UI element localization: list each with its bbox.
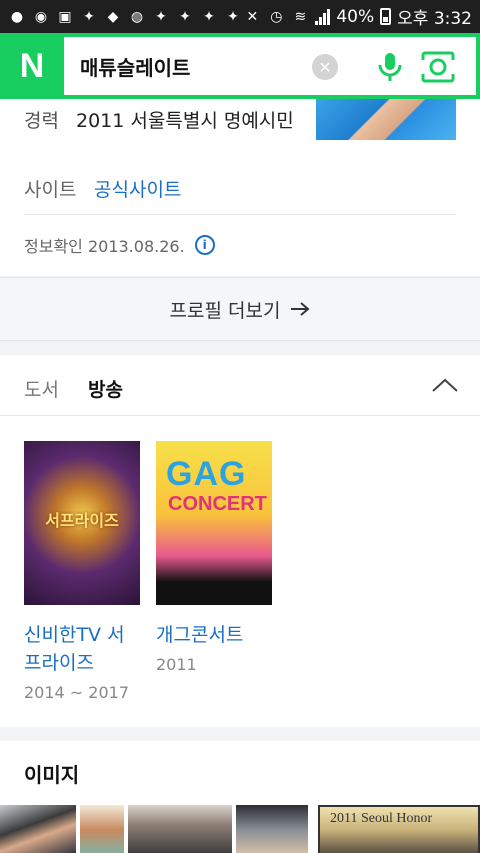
profile-more-label: 프로필 더보기 (169, 299, 281, 322)
search-clear-icon[interactable]: ✕ (312, 54, 338, 80)
program-title[interactable]: 신비한TV 서프라이즈 (24, 621, 142, 677)
lens-icon[interactable] (421, 51, 455, 83)
clock: 오후 3:32 (397, 9, 472, 29)
career-row: 경력 2011 서울특별시 명예시민 (24, 107, 296, 136)
broadcast-item[interactable]: 서프라이즈 신비한TV 서프라이즈 2014 ~ 2017 (24, 441, 142, 702)
works-tabs: 도서 방송 (0, 355, 480, 416)
thumbnail-photo-text: 2011 Seoul Honor (330, 811, 433, 826)
program-poster[interactable]: 서프라이즈 (24, 441, 140, 605)
image-thumbnail[interactable] (0, 805, 76, 853)
search-header: N ✕ (0, 33, 480, 99)
arrow-right-icon (291, 302, 310, 316)
tab-books[interactable]: 도서 (24, 375, 59, 402)
image-thumbnail[interactable] (80, 805, 124, 853)
career-value: 2011 서울특별시 명예시민 (76, 110, 294, 132)
image-thumbnail[interactable]: 2011 Seoul Honor (318, 805, 480, 853)
talk-icon: ◍ (130, 8, 144, 25)
twitter-icon: ✦ (203, 8, 215, 25)
status-bar: ● ◉ ▣ ✦ ◆ ◍ ✦ ✦ ✦ ✦ ✕ ◷ ≋ 40% 오후 3:32 (0, 0, 480, 33)
broadcast-item[interactable]: GAG CONCERT 개그콘서트 2011 (156, 441, 274, 674)
images-card: 이미지 2011 Seoul Honor (0, 741, 480, 853)
mute-icon: ✕ (246, 8, 259, 25)
twitter-icon: ✦ (227, 8, 239, 25)
signal-icon (315, 8, 331, 25)
official-site-link[interactable]: 공식사이트 (94, 175, 181, 202)
notification-icons: ● ◉ ▣ ✦ ◆ ◍ ✦ ✦ ✦ ✦ (8, 9, 242, 25)
twitter-icon: ✦ (83, 8, 95, 25)
poster-logo-art: GAG (166, 455, 247, 493)
app-icon: ◆ (107, 8, 119, 25)
works-card: 도서 방송 서프라이즈 신비한TV 서프라이즈 2014 ~ 2017 GAG … (0, 355, 480, 727)
image-thumbnail[interactable] (128, 805, 232, 853)
info-check-row: 정보확인 2013.08.26. i (24, 233, 215, 257)
naver-logo[interactable]: N (0, 37, 64, 95)
messenger-icon: ◉ (34, 8, 48, 25)
tab-broadcast[interactable]: 방송 (88, 375, 123, 402)
wifi-icon: ≋ (294, 8, 307, 25)
poster-logo-art: 서프라이즈 (45, 511, 119, 530)
battery-percent: 40% (336, 6, 375, 27)
site-row: 사이트 공식사이트 (24, 175, 181, 202)
gallery-icon: ▣ (58, 8, 72, 25)
twitter-icon: ✦ (155, 8, 167, 25)
profile-card: 경력 2011 서울특별시 명예시민 사이트 공식사이트 정보확인 2013.0… (0, 99, 480, 276)
image-strip: 2011 Seoul Honor (0, 805, 480, 853)
career-label: 경력 (24, 110, 59, 132)
microphone-icon[interactable] (374, 51, 406, 83)
site-label: 사이트 (24, 179, 77, 201)
twitter-icon: ✦ (179, 8, 191, 25)
profile-photo[interactable] (316, 99, 456, 140)
program-title[interactable]: 개그콘서트 (156, 621, 274, 649)
image-thumbnail[interactable] (236, 805, 308, 853)
search-input[interactable] (80, 54, 300, 78)
info-icon[interactable]: i (194, 235, 215, 255)
info-date: 정보확인 2013.08.26. (24, 237, 185, 256)
search-box: ✕ (64, 37, 476, 95)
program-years: 2011 (156, 655, 197, 674)
program-years: 2014 ~ 2017 (24, 683, 130, 702)
divider (24, 214, 456, 215)
poster-logo-art: CONCERT (168, 493, 267, 515)
chat-icon: ● (10, 8, 24, 25)
profile-more-button[interactable]: 프로필 더보기 (0, 277, 480, 341)
program-poster[interactable]: GAG CONCERT (156, 441, 272, 605)
images-title: 이미지 (24, 763, 80, 787)
battery-icon (380, 8, 392, 25)
alarm-icon: ◷ (270, 8, 283, 25)
chevron-up-icon[interactable] (432, 377, 458, 393)
